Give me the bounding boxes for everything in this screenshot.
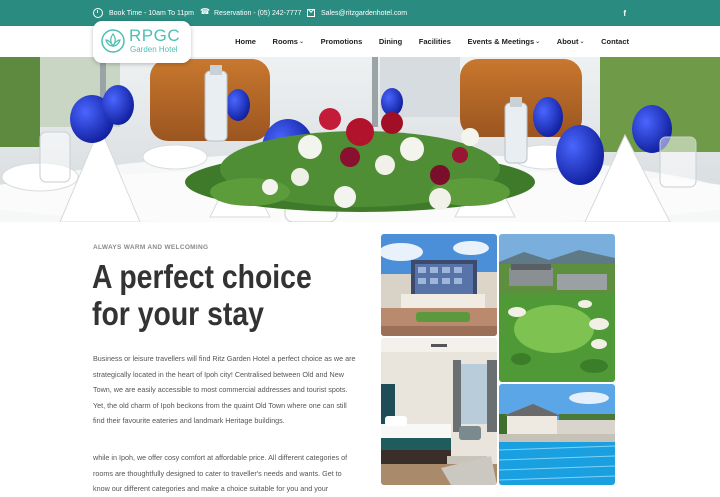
chevron-down-icon: ⌄: [298, 39, 304, 45]
nav-dining[interactable]: Dining: [371, 37, 411, 46]
hotel-exterior-photo[interactable]: [381, 234, 497, 336]
page-headline: A perfect choice for your stay: [92, 258, 312, 332]
nav-home[interactable]: Home: [227, 37, 264, 46]
reservation-info[interactable]: Reservation - (05) 242-7777: [200, 0, 302, 26]
hero-banner-image: [0, 57, 720, 222]
email-link[interactable]: Sales@ritzgardenhotel.com: [321, 10, 407, 17]
logo-brand: RPGC: [129, 26, 181, 45]
golf-course-illustration: [499, 234, 615, 382]
clock-icon: [93, 8, 103, 18]
chevron-down-icon: ⌄: [579, 39, 585, 45]
intro-paragraph: Business or leisure travellers will find…: [93, 354, 356, 425]
chevron-down-icon: ⌄: [535, 39, 541, 45]
golf-course-photo[interactable]: [499, 234, 615, 382]
phone-icon: [200, 7, 210, 17]
swimming-pool-photo[interactable]: [499, 384, 615, 485]
nav-facilities[interactable]: Facilities: [410, 37, 459, 46]
facebook-icon[interactable]: f: [623, 0, 626, 26]
nav-events-meetings[interactable]: Events & Meetings ⌄: [459, 37, 548, 46]
guest-room-photo[interactable]: [381, 338, 497, 485]
hotel-exterior-illustration: [381, 234, 497, 336]
section-tagline: ALWAYS WARM AND WELCOMING: [93, 244, 209, 251]
email-info[interactable]: Sales@ritzgardenhotel.com: [307, 0, 407, 26]
main-nav: Home Rooms ⌄ Promotions Dining Facilities…: [227, 26, 629, 57]
site-header: RPGC Garden Hotel Home Rooms ⌄ Promotions…: [0, 21, 720, 63]
nav-rooms[interactable]: Rooms ⌄: [264, 37, 312, 46]
nav-promotions[interactable]: Promotions: [312, 37, 370, 46]
lotus-logo-icon: [101, 29, 125, 53]
logo-subtitle: Garden Hotel: [130, 45, 178, 54]
reservation-text[interactable]: Reservation - (05) 242-7777: [214, 10, 302, 17]
nav-about[interactable]: About ⌄: [548, 37, 592, 46]
nav-contact[interactable]: Contact: [593, 37, 629, 46]
swimming-pool-illustration: [499, 384, 615, 485]
guest-room-illustration: [381, 338, 497, 485]
book-time-text: Book Time - 10am To 11pm: [109, 9, 194, 17]
banquet-table-illustration: [0, 57, 720, 222]
mail-icon: [307, 9, 315, 17]
logo[interactable]: RPGC Garden Hotel: [93, 21, 191, 63]
